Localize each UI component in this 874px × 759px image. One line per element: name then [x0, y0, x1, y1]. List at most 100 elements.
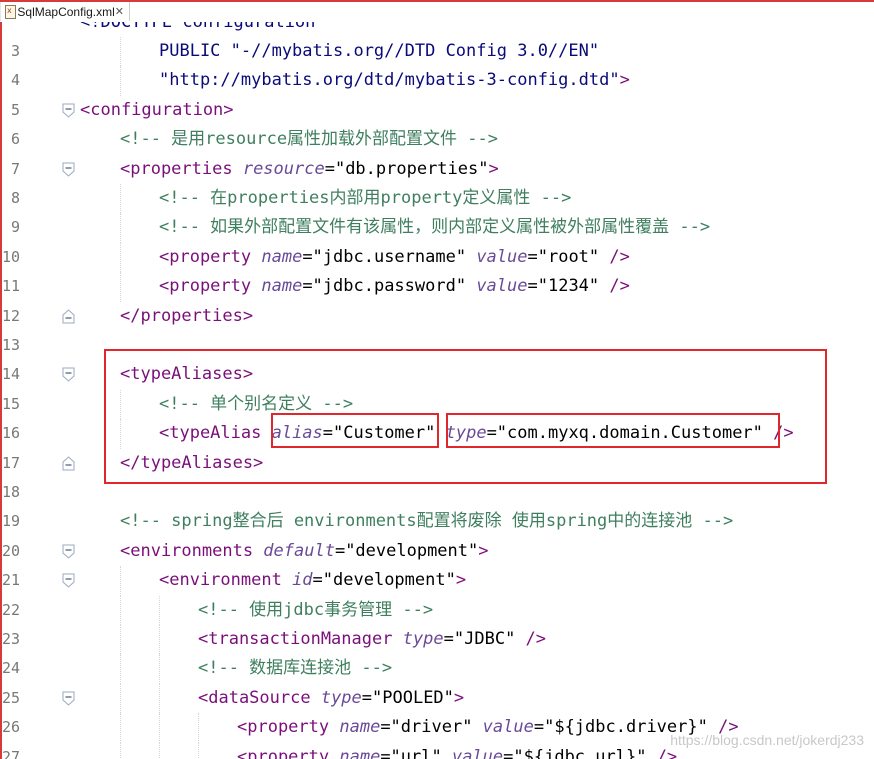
line-number: 7	[10, 159, 20, 178]
indent-guide	[120, 566, 121, 596]
code-line[interactable]: 9 <!-- 如果外部配置文件有该属性，则内部定义属性被外部属性覆盖 -->	[0, 213, 874, 243]
doctype-partial: <!DOCTYPE configuration	[80, 22, 316, 32]
xml-file-icon	[4, 5, 17, 19]
close-tab-icon[interactable]: ✕	[115, 5, 124, 18]
line-number: 15	[1, 394, 20, 413]
token-val: ="db.properties"	[324, 158, 489, 179]
code-text: <property name="url" value="${jdbc.url}"…	[237, 743, 677, 759]
fold-collapse-icon[interactable]	[62, 162, 75, 177]
token-tag: <transactionManager	[198, 629, 403, 649]
code-text: PUBLIC "-//mybatis.org//DTD Config 3.0//…	[159, 37, 599, 66]
code-line[interactable]: 6 <!-- 是用resource属性加载外部配置文件 -->	[0, 125, 874, 154]
fold-end-icon[interactable]	[62, 308, 75, 324]
token-val: ="root"	[527, 246, 610, 267]
code-text: <!-- 如果外部配置文件有该属性，则内部定义属性被外部属性覆盖 -->	[159, 213, 710, 242]
line-number: 21	[1, 571, 20, 590]
code-text: <!-- 使用jdbc事务管理 -->	[198, 596, 433, 625]
code-line[interactable]: 8 <!-- 在properties内部用property定义属性 -->	[0, 184, 874, 214]
indent-guide	[198, 742, 199, 759]
token-tag: <configuration>	[80, 99, 234, 120]
indent-guide	[120, 272, 121, 302]
token-val: ="development"	[312, 570, 456, 591]
type-highlight-box	[446, 413, 780, 448]
fold-collapse-icon[interactable]	[62, 544, 75, 559]
token-tag: >	[455, 570, 467, 591]
token-tag: <dataSource	[198, 687, 321, 708]
token-tag: </properties>	[120, 305, 254, 326]
editor-tab-bar: SqlMapConfig.xml ✕	[0, 0, 874, 23]
line-number: 8	[10, 189, 20, 207]
line-number: 20	[1, 541, 20, 560]
code-line[interactable]: 10 <property name="jdbc.username" value="…	[0, 242, 874, 273]
token-com: <!-- 在properties内部用property定义属性 -->	[159, 188, 572, 208]
code-text: <property name="driver" value="${jdbc.dr…	[237, 713, 739, 742]
code-text: <!-- spring整合后 environments配置将废除 使用sprin…	[120, 507, 733, 536]
token-tag: />	[525, 629, 547, 649]
token-tag: />	[609, 276, 630, 297]
code-line[interactable]: 23 <transactionManager type="JDBC" />	[0, 625, 874, 655]
code-line[interactable]: 4 "http://mybatis.org/dtd/mybatis-3-confi…	[0, 66, 874, 96]
fold-collapse-icon[interactable]	[62, 573, 75, 588]
fold-collapse-icon[interactable]	[62, 691, 75, 706]
line-number: 22	[1, 600, 20, 619]
token-tag: <property	[237, 717, 340, 738]
code-text: "http://mybatis.org/dtd/mybatis-3-config…	[159, 66, 630, 95]
line-number: 18	[1, 483, 20, 501]
token-attr: type	[402, 629, 444, 649]
tab-title: SqlMapConfig.xml	[17, 4, 115, 19]
line-number: 16	[1, 424, 20, 443]
code-line[interactable]: 12 </properties>	[0, 302, 874, 331]
code-line[interactable]: 5 <configuration>	[0, 96, 874, 125]
tab-bar-accent	[0, 0, 874, 2]
indent-guide	[120, 213, 121, 243]
indent-guide	[120, 184, 121, 214]
token-tag: />	[609, 246, 630, 267]
token-tag: <property	[159, 276, 262, 297]
code-text: <!-- 在properties内部用property定义属性 -->	[159, 184, 571, 213]
line-number: 4	[10, 71, 20, 90]
indent-guide	[120, 742, 121, 759]
code-line[interactable]: 19 <!-- spring整合后 environments配置将废除 使用spr…	[0, 507, 874, 536]
code-text: <environments default="development">	[120, 537, 489, 566]
code-text: </properties>	[120, 302, 253, 331]
indent-guide	[120, 37, 121, 67]
token-tag: >	[488, 158, 499, 179]
code-line[interactable]: 20 <environments default="development">	[0, 537, 874, 566]
token-attr: value	[476, 276, 528, 297]
code-line[interactable]: 24 <!-- 数据库连接池 -->	[0, 654, 874, 684]
token-attr: name	[339, 717, 381, 738]
code-line[interactable]: 25 <dataSource type="POOLED">	[0, 683, 874, 714]
tab-sqlmapconfig[interactable]: SqlMapConfig.xml ✕	[0, 2, 130, 21]
code-line[interactable]: 22 <!-- 使用jdbc事务管理 -->	[0, 595, 874, 625]
code-text: <environment id="development">	[159, 566, 466, 595]
code-line-partial: <!DOCTYPE configuration	[0, 22, 874, 37]
fold-end-icon[interactable]	[62, 455, 75, 471]
fold-collapse-icon[interactable]	[62, 367, 75, 383]
token-val: ="jdbc.username"	[302, 246, 477, 267]
token-attr: value	[476, 246, 528, 267]
code-line[interactable]: 21 <environment id="development">	[0, 566, 874, 596]
token-attr: name	[339, 746, 381, 759]
code-line[interactable]: 7 <properties resource="db.properties">	[0, 155, 874, 184]
token-val: ="url"	[380, 746, 452, 759]
token-com: <!-- 数据库连接池 -->	[198, 658, 393, 679]
line-number: 19	[1, 512, 20, 531]
code-text: <configuration>	[80, 96, 234, 125]
token-tag: <environments	[120, 540, 264, 561]
token-tag: >	[619, 70, 630, 91]
line-number: 27	[1, 747, 20, 759]
token-tag: <property	[237, 746, 340, 759]
line-number: 17	[1, 453, 20, 472]
line-number: 26	[1, 718, 20, 737]
code-text: <property name="jdbc.username" value="ro…	[159, 243, 630, 272]
indent-guide	[159, 654, 160, 684]
indent-guide	[159, 625, 160, 655]
indent-guide	[120, 242, 121, 273]
code-line[interactable]: 3 PUBLIC "-//mybatis.org//DTD Config 3.0/…	[0, 37, 874, 67]
token-val: ="${jdbc.url}"	[503, 746, 657, 759]
indent-guide	[120, 713, 121, 743]
code-text: <transactionManager type="JDBC" />	[198, 625, 546, 654]
fold-collapse-icon[interactable]	[62, 103, 75, 118]
token-tag: <property	[159, 246, 262, 267]
code-line[interactable]: 11 <property name="jdbc.password" value="…	[0, 272, 874, 302]
